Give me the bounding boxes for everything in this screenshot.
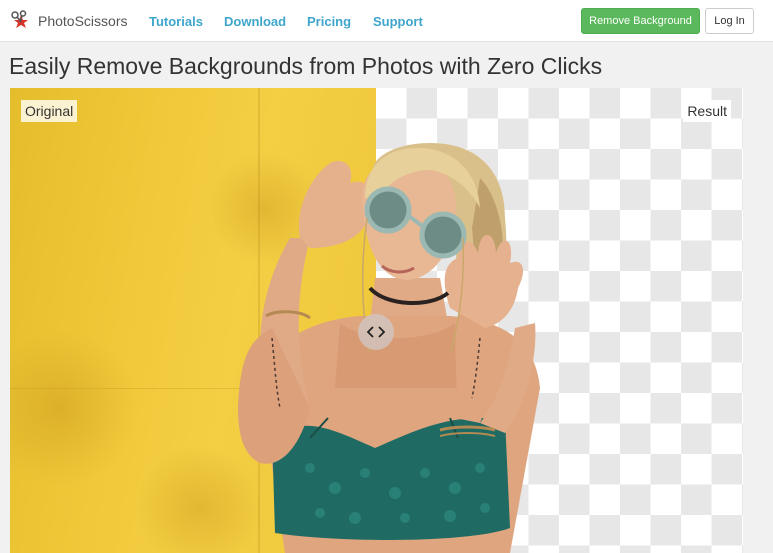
nav-link-pricing[interactable]: Pricing bbox=[307, 14, 351, 29]
before-after-comparison[interactable]: Original Result bbox=[10, 88, 743, 553]
navbar: PhotoScissors Tutorials Download Pricing… bbox=[0, 0, 773, 42]
original-label: Original bbox=[21, 100, 78, 122]
chevron-left-right-icon bbox=[366, 326, 386, 338]
nav-link-tutorials[interactable]: Tutorials bbox=[149, 14, 203, 29]
nav-link-download[interactable]: Download bbox=[224, 14, 286, 29]
scissors-star-logo-icon bbox=[11, 10, 28, 28]
brand[interactable]: PhotoScissors bbox=[10, 8, 127, 34]
page-title: Easily Remove Backgrounds from Photos wi… bbox=[9, 53, 603, 79]
remove-background-button[interactable]: Remove Background bbox=[581, 8, 700, 34]
comparison-slider-handle[interactable] bbox=[358, 314, 394, 350]
login-button[interactable]: Log In bbox=[705, 8, 754, 34]
brand-name: PhotoScissors bbox=[38, 13, 128, 29]
result-label: Result bbox=[683, 100, 731, 122]
nav-link-support[interactable]: Support bbox=[373, 14, 423, 29]
